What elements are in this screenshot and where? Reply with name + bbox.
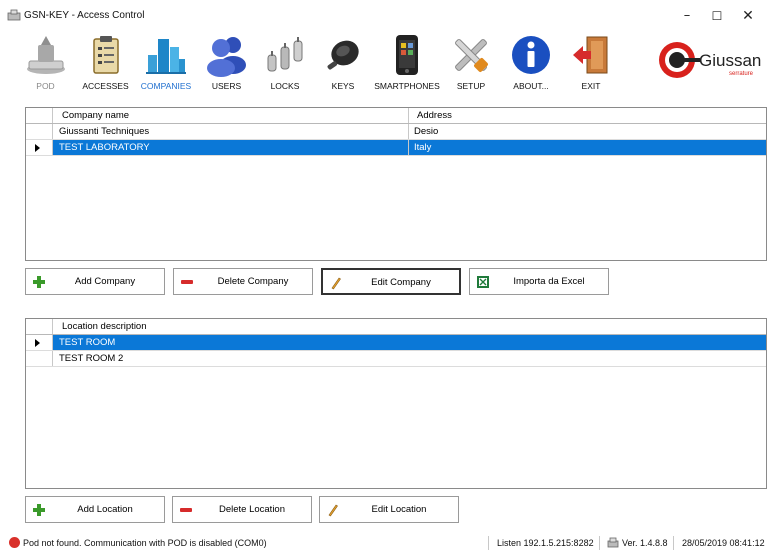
address-cell[interactable]: Italy — [409, 140, 766, 155]
column-header-company-name[interactable]: Company name — [54, 108, 409, 123]
row-header[interactable] — [26, 140, 53, 155]
pencil-icon — [331, 277, 341, 290]
status-separator — [488, 536, 489, 550]
status-bar: Pod not found. Communication with POD is… — [0, 531, 771, 552]
toolbar-about-label: ABOUT... — [513, 81, 549, 91]
toolbar-pod-button[interactable]: POD — [18, 30, 73, 94]
toolbar-smartphones-button[interactable]: SMARTPHONES — [374, 30, 440, 94]
location-description-cell[interactable]: TEST ROOM — [54, 335, 766, 350]
edit-location-button[interactable]: Edit Location — [319, 496, 459, 523]
row-header[interactable] — [26, 124, 53, 139]
status-message: Pod not found. Communication with POD is… — [23, 538, 267, 548]
toolbar-keys-button[interactable]: KEYS — [316, 30, 370, 94]
table-row[interactable]: Giussanti Techniques Desio — [26, 124, 766, 140]
toolbar-companies-label: COMPANIES — [140, 81, 192, 91]
add-location-button[interactable]: Add Location — [25, 496, 165, 523]
pod-reader-icon — [26, 36, 65, 74]
toolbar-smartphones-label: SMARTPHONES — [374, 81, 440, 91]
key-fob-icon — [327, 40, 359, 70]
close-button[interactable]: ✕ — [735, 6, 761, 26]
pencil-icon — [328, 504, 338, 517]
company-name-cell[interactable]: Giussanti Techniques — [54, 124, 409, 139]
table-row-selected[interactable]: TEST LABORATORY Italy — [26, 140, 766, 156]
maximize-button[interactable]: ☐ — [704, 6, 730, 26]
toolbar-users-button[interactable]: USERS — [199, 30, 254, 94]
column-header-location-description[interactable]: Location description — [54, 319, 766, 334]
delete-company-button[interactable]: Delete Company — [173, 268, 313, 295]
toolbar-exit-label: EXIT — [581, 81, 601, 91]
title-bar: GSN-KEY - Access Control – ☐ ✕ — [0, 0, 771, 30]
company-name-cell[interactable]: TEST LABORATORY — [54, 140, 409, 155]
toolbar-setup-label: SETUP — [456, 81, 486, 91]
listen-address: Listen 192.1.5.215:8282 — [497, 538, 594, 548]
buildings-icon — [146, 39, 186, 74]
delete-location-label: Delete Location — [218, 504, 286, 515]
tools-icon — [455, 39, 488, 72]
locations-grid-header: Location description — [26, 319, 766, 335]
toolbar-about-button[interactable]: ABOUT... — [504, 30, 558, 94]
companies-grid-header: Company name Address — [26, 108, 766, 124]
location-description-cell[interactable]: TEST ROOM 2 — [54, 351, 766, 366]
plus-icon — [33, 276, 45, 288]
import-excel-label: Importa da Excel — [513, 276, 585, 287]
error-icon — [9, 537, 20, 548]
locations-grid[interactable]: Location description TEST ROOM TEST ROOM… — [25, 318, 767, 489]
main-toolbar: POD ACCESSES COMPANIES USERS LOCKS KEYS … — [18, 30, 758, 94]
toolbar-keys-label: KEYS — [331, 81, 355, 91]
locks-icon — [267, 37, 303, 72]
app-version: Ver. 1.4.8.8 — [622, 538, 668, 548]
add-company-button[interactable]: Add Company — [25, 268, 165, 295]
toolbar-users-label: USERS — [211, 81, 242, 91]
minimize-button[interactable]: – — [674, 6, 700, 26]
status-separator — [673, 536, 674, 550]
toolbar-locks-label: LOCKS — [270, 81, 300, 91]
toolbar-companies-button[interactable]: COMPANIES — [136, 30, 196, 94]
edit-company-label: Edit Company — [371, 277, 431, 288]
toolbar-locks-button[interactable]: LOCKS — [258, 30, 312, 94]
users-icon — [206, 37, 246, 77]
row-header-corner — [26, 319, 53, 334]
minus-icon — [180, 508, 192, 512]
current-row-arrow-icon — [35, 144, 40, 152]
current-row-arrow-icon — [35, 339, 40, 347]
excel-icon — [477, 276, 489, 288]
app-version-icon — [607, 537, 619, 548]
smartphone-icon — [396, 35, 418, 75]
delete-location-button[interactable]: Delete Location — [172, 496, 312, 523]
row-header[interactable] — [26, 351, 53, 366]
table-row-selected[interactable]: TEST ROOM — [26, 335, 766, 351]
app-icon — [7, 9, 21, 21]
add-location-label: Add Location — [77, 504, 133, 515]
column-header-address[interactable]: Address — [409, 108, 766, 123]
row-header-corner — [26, 108, 53, 123]
minus-icon — [181, 280, 193, 284]
svg-text:serrature: serrature — [729, 71, 754, 77]
edit-company-button[interactable]: Edit Company — [321, 268, 461, 295]
toolbar-exit-button[interactable]: EXIT — [564, 30, 618, 94]
add-company-label: Add Company — [74, 276, 136, 287]
address-cell[interactable]: Desio — [409, 124, 766, 139]
row-header[interactable] — [26, 335, 53, 350]
toolbar-pod-label: POD — [36, 81, 55, 91]
status-datetime: 28/05/2019 08:41:12 — [682, 538, 765, 548]
companies-grid[interactable]: Company name Address Giussanti Technique… — [25, 107, 767, 261]
giussani-logo: Giussan serrature — [653, 36, 771, 84]
import-excel-button[interactable]: Importa da Excel — [469, 268, 609, 295]
plus-icon — [33, 504, 45, 516]
delete-company-label: Delete Company — [217, 276, 289, 287]
clipboard-icon — [92, 36, 119, 74]
exit-door-icon — [573, 36, 608, 74]
edit-location-label: Edit Location — [371, 504, 427, 515]
toolbar-setup-button[interactable]: SETUP — [444, 30, 498, 94]
window-title: GSN-KEY - Access Control — [24, 10, 145, 21]
toolbar-accesses-button[interactable]: ACCESSES — [78, 30, 133, 94]
info-icon — [512, 36, 550, 74]
toolbar-accesses-label: ACCESSES — [82, 81, 129, 91]
table-row[interactable]: TEST ROOM 2 — [26, 351, 766, 367]
svg-text:Giussan: Giussan — [699, 51, 761, 70]
status-separator — [599, 536, 600, 550]
